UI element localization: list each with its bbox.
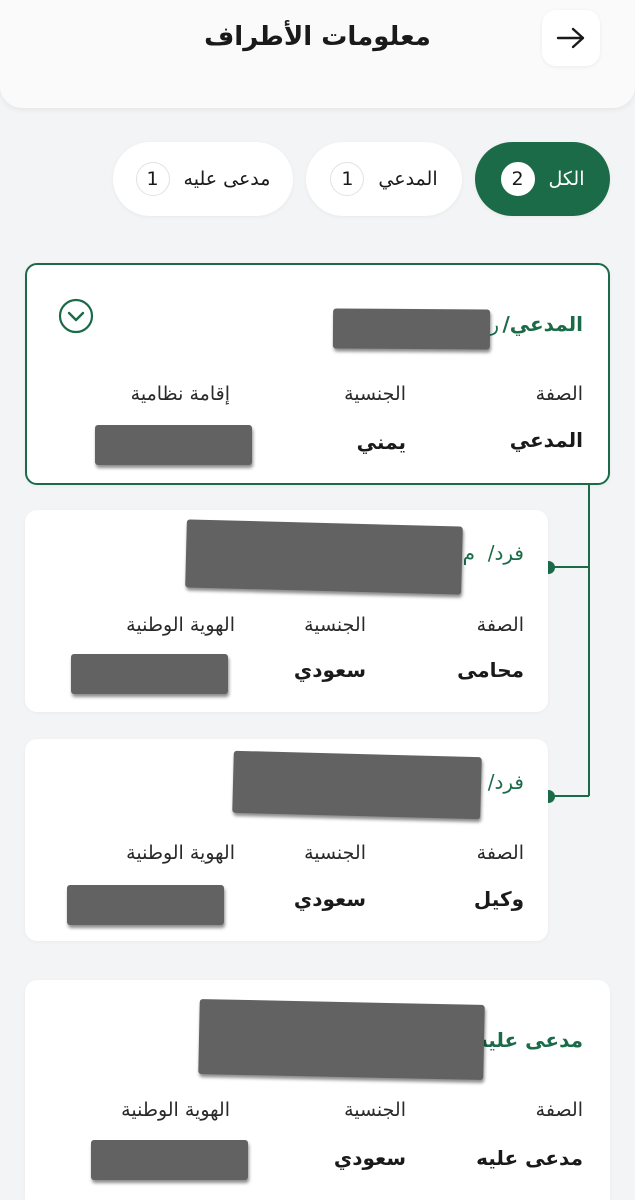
tab-plaintiff[interactable]: المدعي 1 xyxy=(306,142,462,216)
party-name-fragment: م xyxy=(462,541,475,565)
redacted-name xyxy=(232,750,482,820)
redacted-name xyxy=(332,308,491,350)
role-label: الصفة xyxy=(535,383,583,405)
redacted-id xyxy=(67,885,224,925)
redacted-id xyxy=(95,425,252,465)
role-value: محامى xyxy=(457,658,524,682)
role-value: مدعى عليه xyxy=(476,1146,583,1170)
tab-defendant-count: 1 xyxy=(135,162,170,196)
redacted-name xyxy=(198,999,485,1080)
role-label: الصفة xyxy=(535,1099,583,1121)
redacted-id xyxy=(71,654,228,694)
role-label: الصفة xyxy=(476,842,524,864)
nationality-label: الجنسية xyxy=(344,383,406,405)
page-title: معلومات الأطراف xyxy=(204,22,431,52)
tab-all-count: 2 xyxy=(500,162,535,196)
arrow-right-icon xyxy=(556,27,585,49)
role-label: الصفة xyxy=(476,614,524,636)
tab-defendant[interactable]: مدعى عليه 1 xyxy=(113,142,293,216)
party-heading-individual: فرد/ xyxy=(487,541,524,565)
party-name-fragment: ر xyxy=(489,312,499,336)
national-id-label: الهوية الوطنية xyxy=(126,842,235,864)
tab-defendant-label: مدعى عليه xyxy=(183,168,271,190)
party-heading-individual: فرد/ xyxy=(487,770,524,794)
redacted-name xyxy=(185,519,463,595)
tab-plaintiff-count: 1 xyxy=(330,162,365,196)
tab-plaintiff-label: المدعي xyxy=(378,168,438,190)
tab-all[interactable]: الكل 2 xyxy=(475,142,610,216)
nationality-label: الجنسية xyxy=(304,614,366,636)
tree-line-vertical xyxy=(588,485,590,796)
nationality-value: سعودي xyxy=(293,658,366,682)
app-header: معلومات الأطراف xyxy=(0,0,635,108)
redacted-id xyxy=(91,1140,248,1180)
tab-all-label: الكل xyxy=(548,168,585,190)
nationality-value: سعودي xyxy=(333,1146,406,1170)
nationality-label: الجنسية xyxy=(344,1099,406,1121)
nationality-value: سعودي xyxy=(293,887,366,911)
role-value: وكيل xyxy=(473,887,524,911)
role-value: المدعي xyxy=(509,428,583,452)
nationality-label: الجنسية xyxy=(304,842,366,864)
residency-label: إقامة نظامية xyxy=(130,383,230,405)
back-button[interactable] xyxy=(542,10,600,66)
chevron-down-circle-icon[interactable] xyxy=(58,298,94,334)
party-heading-defendant: مدعى عليه/ xyxy=(468,1028,583,1052)
national-id-label: الهوية الوطنية xyxy=(121,1099,230,1121)
nationality-value: يمني xyxy=(356,430,406,454)
national-id-label: الهوية الوطنية xyxy=(126,614,235,636)
party-heading-plaintiff: المدعي/ xyxy=(502,312,583,336)
